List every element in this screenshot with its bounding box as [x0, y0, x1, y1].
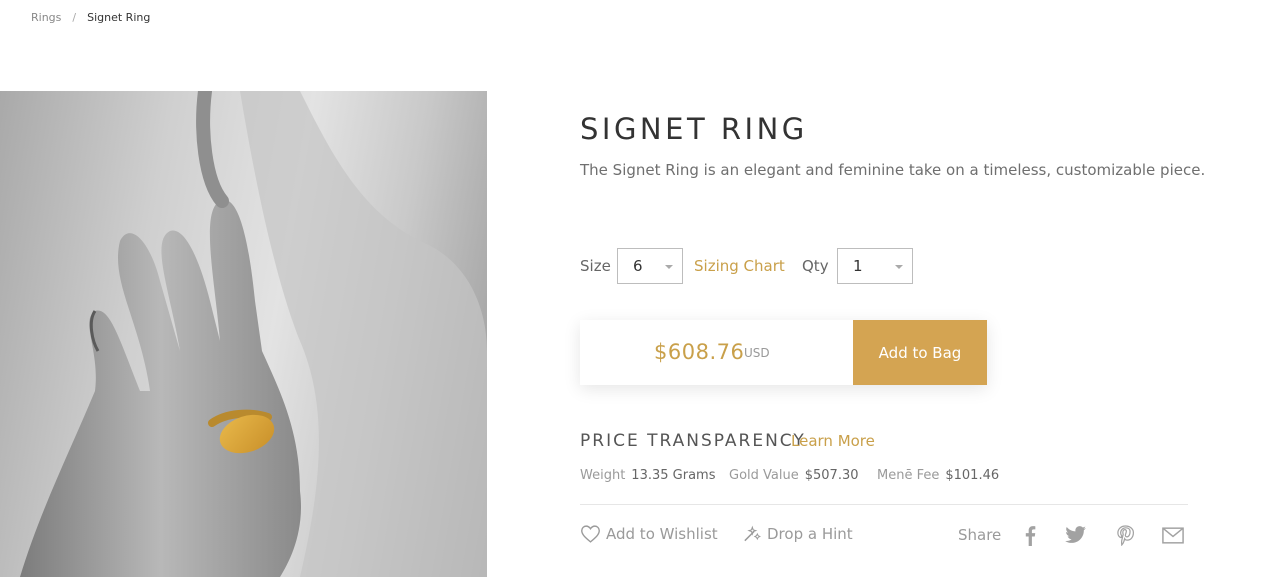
qty-select[interactable]: 1	[837, 248, 913, 284]
wishlist-label: Add to Wishlist	[606, 525, 718, 543]
add-to-wishlist-button[interactable]: Add to Wishlist	[580, 524, 718, 544]
breadcrumb-rings-link[interactable]: Rings	[31, 11, 61, 24]
facebook-icon[interactable]	[1019, 524, 1041, 546]
price-value: $608.76	[654, 340, 745, 364]
breadcrumb-separator: /	[72, 11, 77, 24]
mail-icon[interactable]	[1162, 524, 1184, 546]
add-to-bag-button[interactable]: Add to Bag	[853, 320, 987, 385]
breadcrumb-current: Signet Ring	[87, 11, 151, 24]
qty-value: 1	[853, 257, 863, 275]
purchase-box: $608.76 USD Add to Bag	[580, 320, 987, 385]
pinterest-icon[interactable]	[1114, 524, 1136, 546]
sizing-chart-link[interactable]: Sizing Chart	[694, 257, 785, 275]
chevron-down-icon	[665, 265, 673, 269]
product-description: The Signet Ring is an elegant and femini…	[580, 161, 1206, 179]
qty-label: Qty	[802, 257, 829, 275]
size-value: 6	[633, 257, 643, 275]
size-label: Size	[580, 257, 611, 275]
chevron-down-icon	[895, 265, 903, 269]
drop-a-hint-button[interactable]: Drop a Hint	[741, 524, 853, 544]
divider	[580, 504, 1188, 505]
product-photo	[0, 91, 487, 577]
weight-label: Weight	[580, 468, 626, 483]
weight-info: Weight 13.35 Grams	[580, 468, 715, 483]
gold-value-info: Gold Value $507.30	[729, 468, 859, 483]
fee-value: $101.46	[945, 468, 1000, 483]
price-currency: USD	[744, 346, 770, 360]
gold-value-label: Gold Value	[729, 468, 799, 483]
fee-label: Menē Fee	[877, 468, 940, 483]
breadcrumb: Rings / Signet Ring	[31, 11, 150, 24]
hand-with-ring-illustration	[20, 91, 487, 577]
hint-label: Drop a Hint	[767, 525, 853, 543]
twitter-icon[interactable]	[1065, 524, 1087, 546]
price-transparency-title: PRICE TRANSPARENCY	[580, 431, 806, 451]
heart-icon	[580, 524, 601, 544]
size-select[interactable]: 6	[617, 248, 683, 284]
learn-more-link[interactable]: Learn More	[791, 432, 875, 450]
wand-icon	[741, 524, 762, 544]
product-title: SIGNET RING	[580, 112, 808, 146]
weight-value: 13.35 Grams	[631, 468, 716, 483]
fee-info: Menē Fee $101.46	[877, 468, 999, 483]
gold-value: $507.30	[804, 468, 859, 483]
share-label: Share	[958, 526, 1002, 544]
